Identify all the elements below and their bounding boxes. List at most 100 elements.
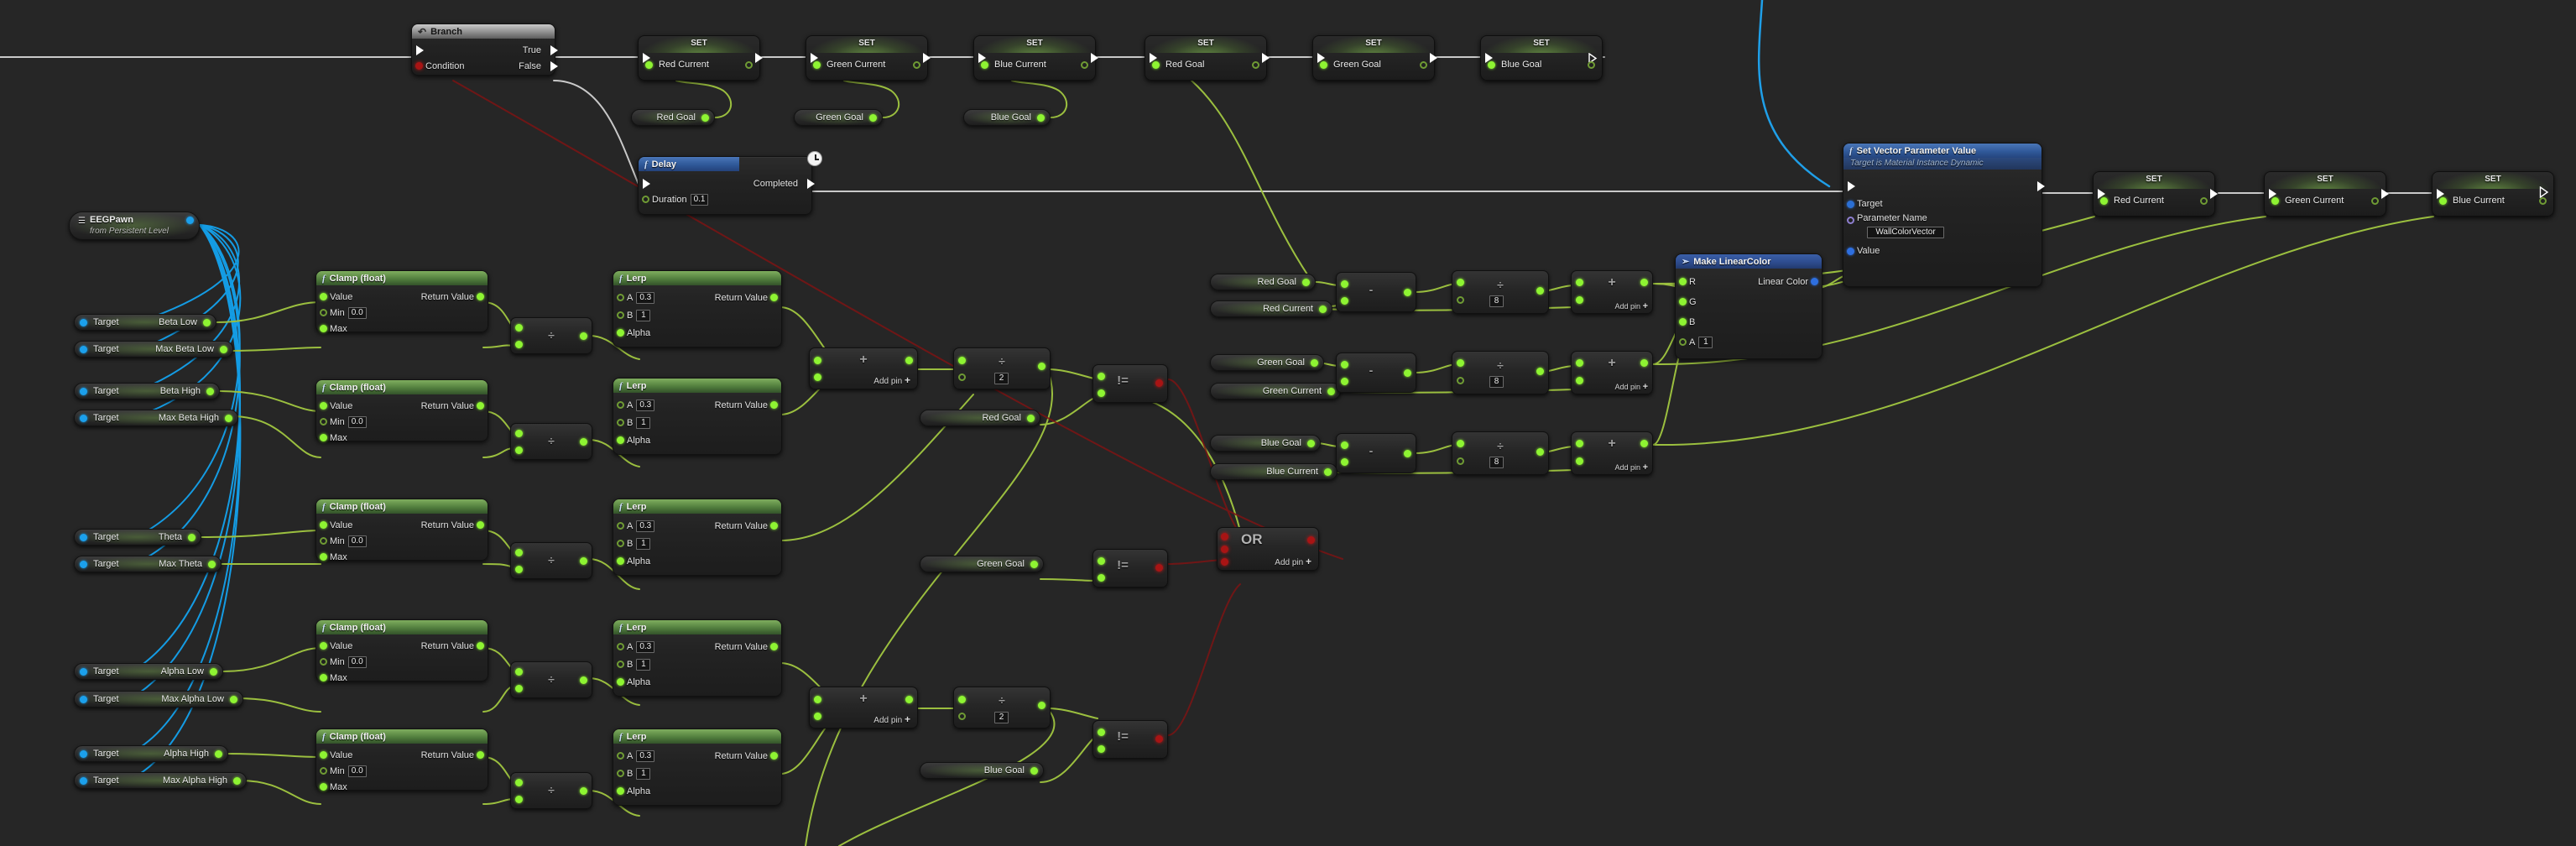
getter-max-beta-high[interactable]: Target Max Beta High (74, 410, 238, 426)
divide-by-two-top[interactable]: ÷ 2 (953, 347, 1051, 389)
set-value-out-pin[interactable] (745, 61, 753, 69)
getter-theta[interactable]: Target Theta (74, 529, 201, 546)
add-b-pin[interactable] (1576, 296, 1583, 304)
clamp-min-pin[interactable] (320, 537, 327, 545)
clamp-node-3[interactable]: f Clamp (float) Value Return Value Min 0… (315, 619, 488, 683)
clamp-max-pin[interactable] (320, 783, 327, 791)
divide-node-2[interactable]: ÷ (510, 542, 592, 579)
set-value-out-pin[interactable] (2539, 197, 2547, 205)
getter-max-beta-low[interactable]: Target Max Beta Low (74, 341, 233, 358)
sub-out-pin[interactable] (1404, 450, 1411, 457)
sub-out-pin[interactable] (1404, 369, 1411, 377)
divide8-out-pin[interactable] (1536, 448, 1544, 456)
divide8-value[interactable]: 8 (1489, 295, 1504, 307)
divide2-out-pin[interactable] (1038, 363, 1046, 370)
set-value-out-pin[interactable] (1081, 61, 1088, 69)
add-out-pin[interactable] (1640, 440, 1648, 447)
lerp-return-pin[interactable] (770, 752, 778, 760)
divide-out-pin[interactable] (580, 787, 587, 795)
clamp-return-pin[interactable] (477, 521, 484, 529)
rgb-pill-red-current[interactable]: Red Current (1210, 300, 1332, 317)
duration-pin[interactable] (642, 196, 649, 203)
add-node-bottom[interactable]: + Add pin + (809, 687, 918, 728)
or-in-pin-0[interactable] (1221, 533, 1228, 540)
clamp-max-pin[interactable] (320, 674, 327, 682)
neq-b-pin[interactable] (1098, 574, 1105, 582)
make-linear-color-node[interactable]: ➣ Make LinearColor R Linear Color G B A … (1675, 253, 1822, 359)
subtract-node-red[interactable]: - (1336, 272, 1416, 312)
neq-out-pin[interactable] (1155, 379, 1163, 387)
divide-by-two-bottom[interactable]: ÷ 2 (953, 687, 1051, 728)
clamp-value-pin[interactable] (320, 293, 327, 300)
not-equal-node-green[interactable]: != (1092, 549, 1168, 588)
add-b-pin[interactable] (1576, 457, 1583, 465)
clamp-min-value[interactable]: 0.0 (347, 306, 367, 319)
getter-out-pin[interactable] (188, 534, 196, 541)
set-node-green-current[interactable]: SET Green Current (806, 35, 931, 81)
lerp-alpha-pin[interactable] (617, 678, 624, 686)
clamp-max-pin[interactable] (320, 325, 327, 332)
getter-target-pin[interactable] (80, 415, 87, 422)
lerp-alpha-pin[interactable] (617, 787, 624, 795)
getter-beta-low[interactable]: Target Beta Low (74, 314, 216, 331)
add-b-pin[interactable] (814, 713, 821, 720)
get-red-goal-pill[interactable]: Red Goal (631, 109, 715, 126)
getter-beta-high[interactable]: Target Beta High (74, 383, 220, 400)
getter-max-alpha-low[interactable]: Target Max Alpha Low (74, 691, 243, 708)
lerp-node-3[interactable]: f Lerp A 0.3 Return Value B 1 Alpha (613, 619, 782, 697)
svpv-parameter-name-value[interactable]: WallColorVector (1867, 227, 1944, 238)
lerp-b-pin[interactable] (617, 419, 624, 426)
divide-b-pin[interactable] (515, 685, 523, 692)
actor-out-pin[interactable] (186, 217, 194, 224)
lerp-alpha-pin[interactable] (617, 436, 624, 444)
pill-out-pin[interactable] (1327, 388, 1335, 395)
lerp-return-pin[interactable] (770, 401, 778, 409)
subtract-node-green[interactable]: - (1336, 352, 1416, 393)
rgb-pill-green-current[interactable]: Green Current (1210, 383, 1341, 400)
divide-by-eight-blue[interactable]: ÷ 8 (1452, 431, 1549, 475)
svpv-parameter-name-pin[interactable] (1847, 217, 1854, 224)
add-out-pin[interactable] (905, 696, 913, 703)
getter-out-pin[interactable] (206, 388, 214, 395)
add-pin-button[interactable]: Add pin + (1615, 301, 1648, 311)
rgb-pill-blue-goal[interactable]: Blue Goal (1210, 435, 1321, 452)
divide8-b-pin[interactable] (1457, 296, 1464, 304)
lerp-b-pin[interactable] (617, 311, 624, 319)
divide-out-pin[interactable] (580, 676, 587, 684)
set-value-in-pin[interactable] (1320, 61, 1327, 69)
set-value-out-pin[interactable] (1588, 61, 1595, 69)
delay-node[interactable]: f Delay Completed Duration 0.1 (638, 156, 815, 215)
getter-target-pin[interactable] (80, 346, 87, 353)
divide-by-eight-green[interactable]: ÷ 8 (1452, 351, 1549, 394)
set-value-in-pin[interactable] (813, 61, 821, 69)
getter-alpha-high[interactable]: Target Alpha High (74, 745, 228, 762)
set-value-in-pin[interactable] (645, 61, 653, 69)
add-pin-button[interactable]: Add pin + (1615, 462, 1648, 473)
add-pin-button[interactable]: Add pin + (873, 374, 910, 386)
svpv-value-pin[interactable] (1847, 248, 1854, 255)
divide2-value[interactable]: 2 (994, 712, 1009, 723)
set-node-right-blue-current[interactable]: SET Blue Current (2432, 171, 2554, 217)
neq-b-pin[interactable] (1098, 389, 1105, 397)
sub-b-pin[interactable] (1341, 297, 1348, 305)
sub-b-pin[interactable] (1341, 378, 1348, 385)
set-node-red-goal[interactable]: SET Red Goal (1145, 35, 1270, 81)
divide-b-pin[interactable] (515, 341, 523, 348)
clamp-min-pin[interactable] (320, 658, 327, 666)
set-node-blue-goal[interactable]: SET Blue Goal (1480, 35, 1603, 81)
lerp-alpha-pin[interactable] (617, 557, 624, 565)
lerp-return-pin[interactable] (770, 522, 778, 530)
lerp-node-0[interactable]: f Lerp A 0.3 Return Value B 1 Alpha (613, 270, 782, 347)
clamp-node-4[interactable]: f Clamp (float) Value Return Value Min 0… (315, 728, 488, 792)
lerp-a-pin[interactable] (617, 401, 624, 409)
condition-pin[interactable] (415, 62, 423, 70)
clamp-min-pin[interactable] (320, 309, 327, 316)
divide8-out-pin[interactable] (1536, 287, 1544, 295)
lerp-b-value[interactable]: 1 (636, 416, 651, 429)
not-equal-node-blue[interactable]: != (1092, 720, 1168, 759)
pill-out-pin[interactable] (1324, 468, 1332, 476)
divide-b-pin[interactable] (515, 446, 523, 454)
clamp-min-value[interactable]: 0.0 (347, 535, 367, 547)
divide2-value[interactable]: 2 (994, 373, 1009, 384)
rgb-pill-green-goal[interactable]: Green Goal (1210, 354, 1324, 371)
